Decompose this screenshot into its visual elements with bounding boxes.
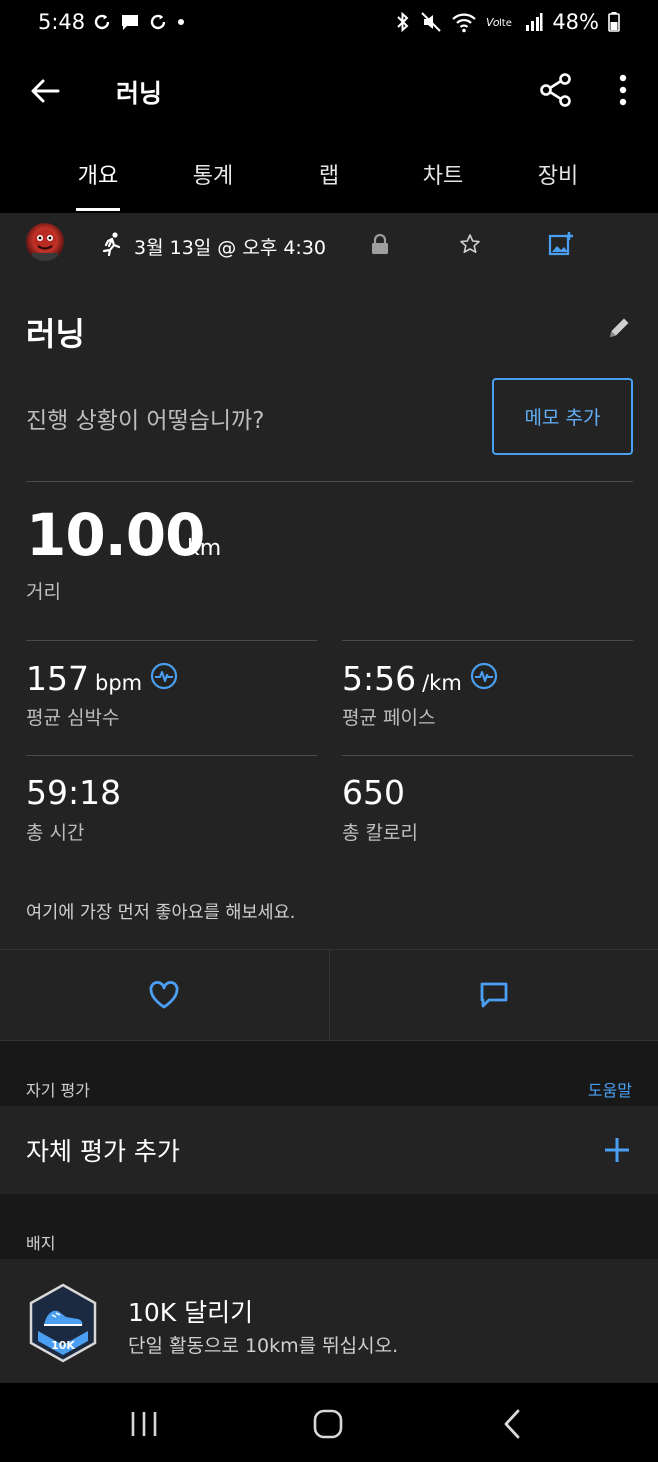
heart-rate-chart-icon[interactable] — [150, 662, 178, 690]
likes-prompt: 여기에 가장 먼저 좋아요를 해보세요. — [26, 903, 296, 923]
lock-icon[interactable] — [370, 233, 390, 255]
badge-title: 10K 달리기 — [128, 1298, 254, 1327]
recent-apps-icon[interactable] — [127, 1407, 161, 1441]
add-memo-label: 메모 추가 — [524, 407, 601, 429]
distance-label: 거리 — [26, 581, 61, 603]
plus-icon[interactable] — [604, 1137, 630, 1163]
divider — [342, 755, 633, 756]
avg-heart-rate-value: 157 bpm — [26, 659, 143, 698]
add-memo-button[interactable]: 메모 추가 — [492, 378, 633, 455]
app-bar: 러닝 — [0, 48, 658, 136]
help-link[interactable]: 도움말 — [588, 1077, 632, 1101]
activity-content: 3월 13일 @ 오후 4:30 러닝 진행 상황이 어떻습니까? 메모 추가 … — [0, 213, 658, 1389]
self-eval-section-label: 자기 평가 — [26, 1081, 90, 1100]
status-left-icons — [92, 12, 186, 32]
tab-charts[interactable]: 차트 — [393, 158, 493, 190]
more-options-icon[interactable] — [612, 72, 634, 108]
divider — [26, 755, 317, 756]
signal-icon — [526, 13, 543, 31]
dot-icon — [178, 19, 184, 25]
activity-date: 3월 13일 @ 오후 4:30 — [134, 237, 327, 259]
star-icon[interactable] — [459, 233, 481, 255]
activity-title: 러닝 — [26, 315, 85, 353]
divider — [26, 481, 633, 482]
sync-icon — [150, 14, 166, 30]
status-time: 5:48 — [38, 10, 86, 34]
tab-bar: 개요 통계 랩 차트 장비 — [0, 136, 658, 213]
badges-section-label: 배지 — [26, 1234, 56, 1253]
add-self-evaluation-row[interactable]: 자체 평가 추가 — [0, 1106, 658, 1194]
avg-heart-rate-label: 평균 심박수 — [26, 707, 120, 729]
sync-icon — [94, 14, 110, 30]
back-nav-icon[interactable] — [496, 1407, 530, 1441]
share-icon[interactable] — [538, 72, 574, 108]
social-actions — [0, 949, 658, 1041]
add-photo-icon[interactable] — [548, 231, 574, 257]
total-time-value: 59:18 — [26, 773, 122, 812]
total-calories-value: 650 — [342, 773, 405, 812]
comment-icon[interactable] — [478, 980, 510, 1010]
badge-description: 단일 활동으로 10km를 뛰십시오. — [128, 1335, 399, 1357]
badge-icon-text: 10K — [51, 1339, 75, 1352]
system-nav-bar — [0, 1383, 658, 1462]
like-heart-icon[interactable] — [148, 980, 180, 1010]
wifi-icon — [452, 13, 477, 33]
badge-item[interactable]: 10K 10K 달리기 단일 활동으로 10km를 뛰십시오. — [0, 1259, 658, 1389]
add-self-evaluation-label: 자체 평가 추가 — [26, 1137, 180, 1166]
status-bar: 5:48 Vo lte 48% — [0, 0, 658, 48]
tab-overview[interactable]: 개요 — [48, 158, 148, 190]
back-arrow-icon[interactable] — [28, 74, 62, 108]
mute-icon — [421, 12, 442, 32]
section-header-badges: 배지 — [0, 1194, 658, 1259]
action-separator — [329, 950, 330, 1040]
bluetooth-icon — [397, 11, 409, 33]
avg-pace-value: 5:56/km — [342, 659, 462, 698]
section-header-self-eval: 자기 평가 도움말 — [0, 1041, 658, 1106]
avatar[interactable] — [26, 223, 64, 261]
pace-chart-icon[interactable] — [470, 662, 498, 690]
chat-icon — [122, 15, 138, 30]
tab-gear[interactable]: 장비 — [508, 158, 608, 190]
app-title: 러닝 — [116, 79, 163, 108]
divider — [26, 640, 317, 641]
total-time-label: 총 시간 — [26, 822, 85, 844]
activity-meta-row: 3월 13일 @ 오후 4:30 — [0, 213, 658, 277]
distance-unit: km — [187, 536, 222, 561]
running-shoe-badge-icon: 10K — [29, 1283, 97, 1363]
volte-icon: Vo lte — [486, 16, 512, 29]
edit-pencil-icon[interactable] — [606, 315, 632, 341]
tab-laps[interactable]: 랩 — [279, 158, 379, 190]
tab-stats[interactable]: 통계 — [163, 158, 263, 190]
avg-pace-label: 평균 페이스 — [342, 707, 436, 729]
battery-icon — [608, 12, 620, 32]
avatar-image — [32, 229, 58, 261]
svg-text:lte: lte — [499, 18, 512, 29]
svg-text:Vo: Vo — [486, 16, 500, 29]
distance-value: 10.00 — [26, 501, 205, 569]
total-calories-label: 총 칼로리 — [342, 822, 418, 844]
divider — [342, 640, 633, 641]
running-icon — [102, 232, 121, 257]
battery-percent: 48% — [552, 10, 599, 34]
progress-prompt: 진행 상황이 어떻습니까? — [26, 408, 265, 434]
status-right-icons: Vo lte 48% — [395, 10, 620, 34]
home-icon[interactable] — [311, 1407, 345, 1441]
active-tab-indicator — [76, 208, 120, 211]
